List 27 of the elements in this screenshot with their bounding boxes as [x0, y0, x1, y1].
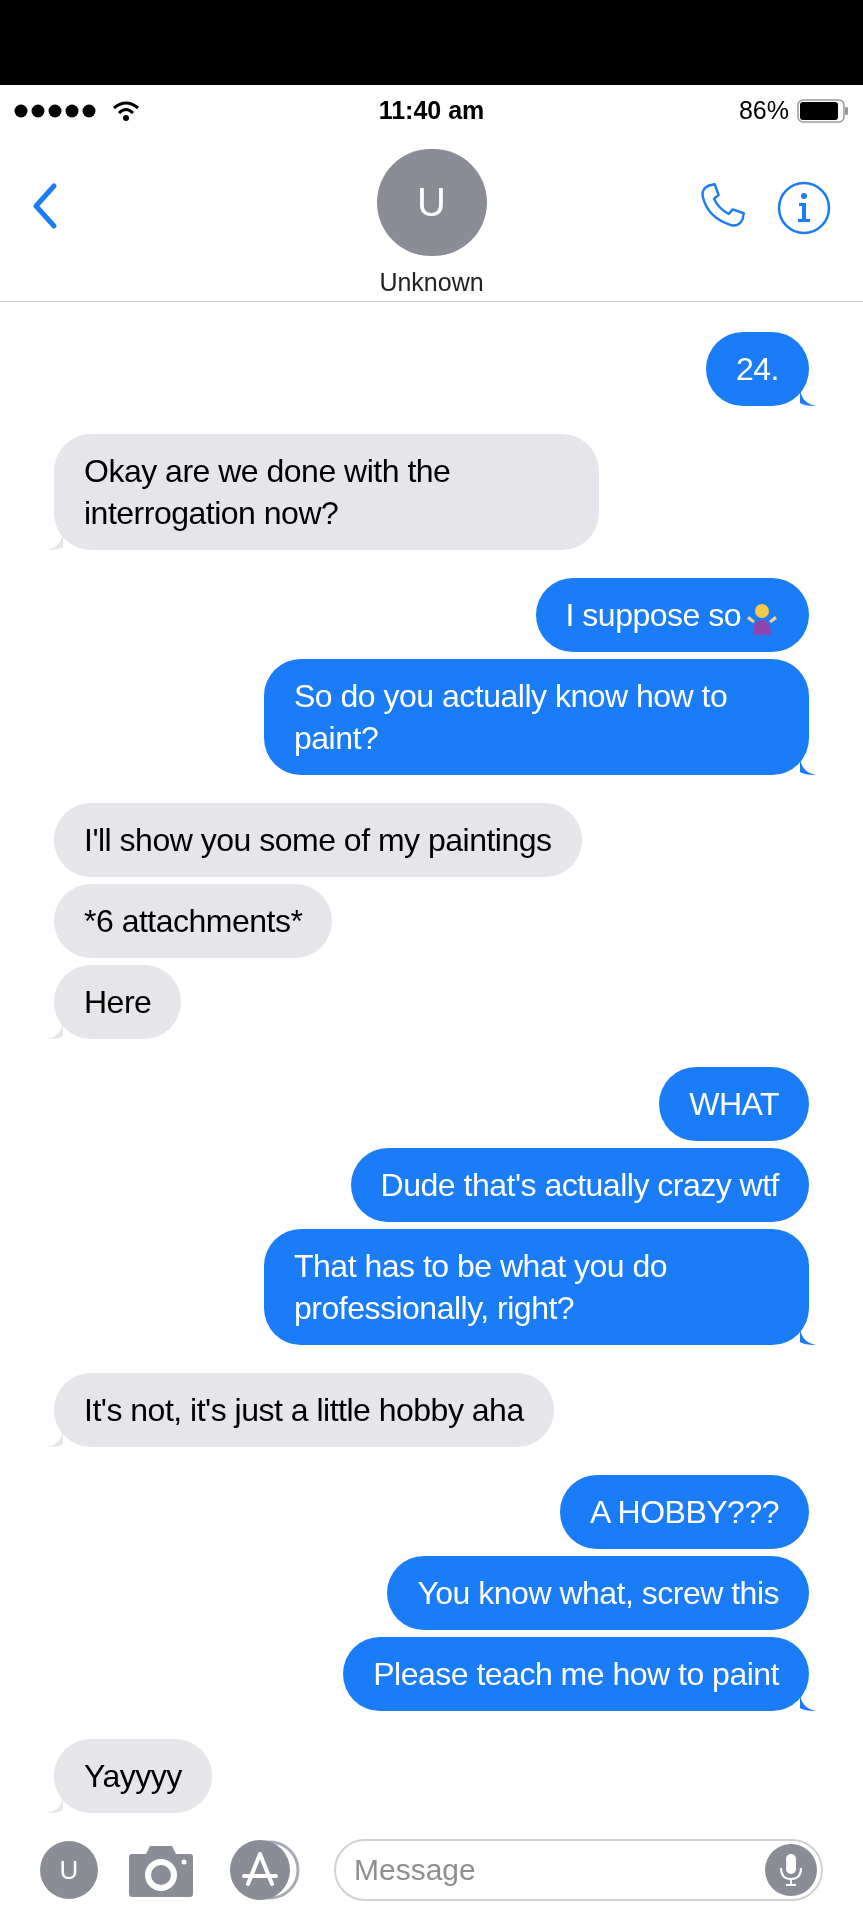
info-button[interactable]	[777, 181, 831, 235]
wifi-icon	[112, 100, 140, 122]
message-bubble: So do you actually know how to paint?	[264, 659, 809, 775]
message-field[interactable]: Message	[334, 1839, 823, 1901]
message-bubble: *6 attachments*	[54, 884, 333, 958]
battery-percent: 86%	[738, 95, 789, 127]
contact-avatar[interactable]: U	[376, 149, 487, 256]
message-bubble: You know what, screw this	[387, 1556, 809, 1630]
message-bubble: 24.	[706, 332, 809, 406]
microphone-icon	[778, 1853, 804, 1887]
microphone-button[interactable]	[765, 1844, 817, 1896]
message-bubble: I suppose so	[535, 578, 809, 652]
message-bubble: Okay are we done with the interrogation now?	[54, 434, 599, 550]
message-bubble: Please teach me how to paint	[343, 1637, 809, 1711]
message-bubble: WHAT	[659, 1067, 809, 1141]
message-bubble: That has to be what you do professionally, right?	[264, 1229, 809, 1345]
battery-icon	[797, 99, 849, 123]
message-bubble: It's not, it's just a little hobby aha	[54, 1373, 554, 1447]
contact-avatar[interactable]: U	[40, 1841, 98, 1899]
message-bubble: Yayyyy	[54, 1739, 212, 1813]
message-bubble: Here	[54, 965, 182, 1039]
message-bubble: Dude that's actually crazy wtf	[350, 1148, 809, 1222]
contact-name: Unknown	[379, 266, 484, 298]
message-bubble: A HOBBY???	[560, 1475, 809, 1549]
message-bubble: I'll show you some of my paintings	[54, 803, 582, 877]
info-icon	[777, 181, 831, 235]
status-time: 11:40 am	[378, 95, 485, 127]
